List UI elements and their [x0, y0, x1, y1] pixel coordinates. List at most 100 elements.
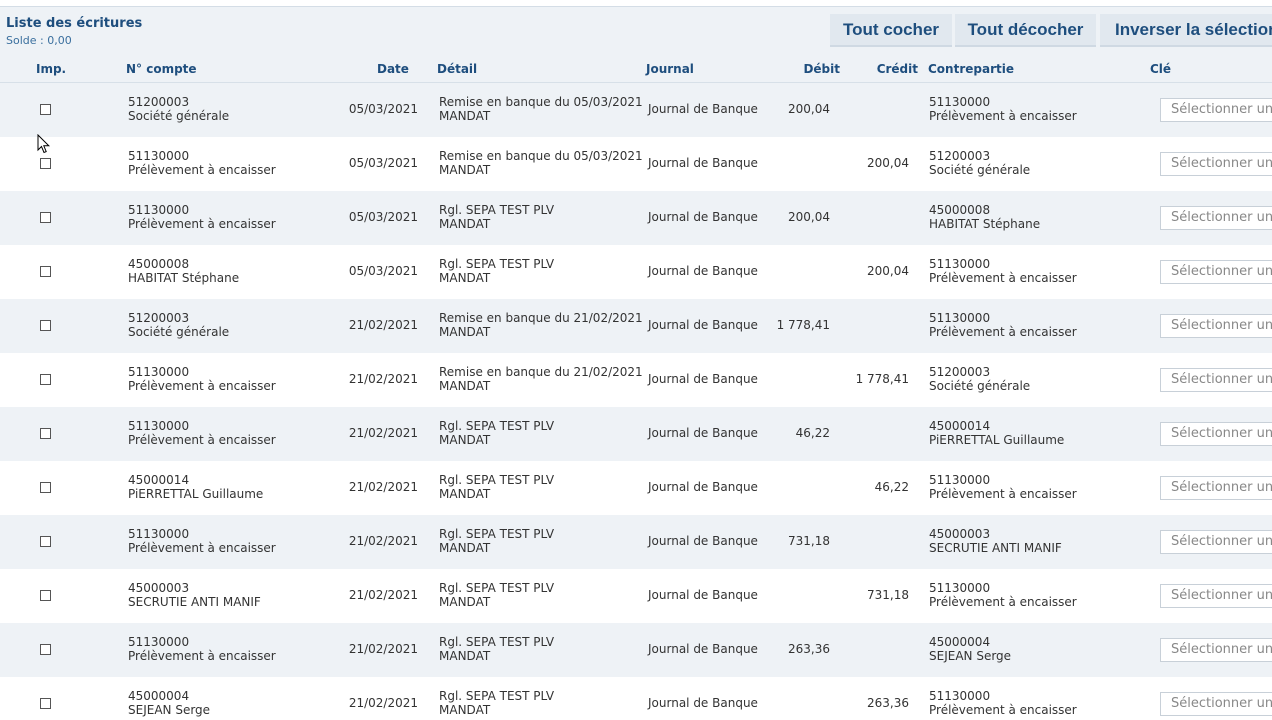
key-select[interactable]: Sélectionner une clé — [1160, 530, 1272, 554]
column-header-date[interactable]: Date — [377, 62, 409, 76]
counterpart-number: 51130000 — [929, 581, 991, 595]
table-row[interactable]: 45000003 SECRUTIE ANTI MANIF 21/02/2021 Rgl… — [0, 569, 1272, 623]
credit-cell: 263,36 — [867, 696, 909, 710]
detail-mandate: MANDAT — [439, 325, 491, 339]
table-row[interactable]: 51200003 Société générale 21/02/2021 Remise… — [0, 299, 1272, 353]
date-cell: 21/02/2021 — [348, 534, 418, 548]
debit-cell: 46,22 — [795, 426, 830, 440]
account-number: 51130000 — [128, 365, 190, 379]
counterpart-number: 51130000 — [929, 95, 991, 109]
counterpart-name: PiERRETTAL Guillaume — [929, 433, 1065, 447]
table-row[interactable]: 45000014 PiERRETTAL Guillaume 21/02/2021 Rg… — [0, 461, 1272, 515]
key-select[interactable]: Sélectionner une clé — [1160, 638, 1272, 662]
row-checkbox[interactable] — [40, 482, 51, 493]
table-row[interactable]: 45000008 HABITAT Stéphane 05/03/2021 Rgl. S… — [0, 245, 1272, 299]
column-header-imp[interactable]: Imp. — [36, 62, 66, 76]
key-select[interactable]: Sélectionner une clé — [1160, 260, 1272, 284]
table-row[interactable]: 51130000 Prélèvement à encaisser 21/02/202… — [0, 353, 1272, 407]
account-name: PiERRETTAL Guillaume — [128, 487, 264, 501]
detail-label: Remise en banque du 21/02/2021 — [439, 365, 643, 379]
counterpart-name: Prélèvement à encaisser — [929, 325, 1077, 339]
key-select[interactable]: Sélectionner une clé — [1160, 152, 1272, 176]
account-number: 51130000 — [128, 203, 190, 217]
account-name: Prélèvement à encaisser — [128, 433, 276, 447]
invert-selection-button[interactable]: Inverser la sélection — [1100, 14, 1272, 47]
row-checkbox[interactable] — [40, 590, 51, 601]
counterpart-number: 45000004 — [929, 635, 991, 649]
key-select[interactable]: Sélectionner une clé — [1160, 98, 1272, 122]
column-header-debit[interactable]: Débit — [780, 62, 840, 76]
counterpart-number: 51130000 — [929, 689, 991, 703]
account-name: Prélèvement à encaisser — [128, 379, 276, 393]
table-row[interactable]: 51130000 Prélèvement à encaisser 21/02/202… — [0, 623, 1272, 677]
detail-mandate: MANDAT — [439, 163, 491, 177]
account-name: Prélèvement à encaisser — [128, 541, 276, 555]
account-cell: 51200003 Société générale — [128, 95, 229, 123]
journal-cell: Journal de Banque — [648, 696, 758, 710]
counterpart-cell: 51200003 Société générale — [929, 149, 1030, 177]
key-select[interactable]: Sélectionner une clé — [1160, 476, 1272, 500]
column-header-account[interactable]: N° compte — [126, 62, 197, 76]
counterpart-name: Prélèvement à encaisser — [929, 109, 1077, 123]
row-checkbox[interactable] — [40, 266, 51, 277]
column-header-detail[interactable]: Détail — [437, 62, 477, 76]
table-row[interactable]: 51130000 Prélèvement à encaisser 05/03/202… — [0, 137, 1272, 191]
account-cell: 45000008 HABITAT Stéphane — [128, 257, 239, 285]
counterpart-number: 51200003 — [929, 149, 991, 163]
column-header-key[interactable]: Clé — [1150, 62, 1171, 76]
key-select[interactable]: Sélectionner une clé — [1160, 368, 1272, 392]
journal-cell: Journal de Banque — [648, 372, 758, 386]
row-checkbox[interactable] — [40, 536, 51, 547]
column-header-credit[interactable]: Crédit — [860, 62, 918, 76]
detail-label: Rgl. SEPA TEST PLV — [439, 527, 555, 541]
table-row[interactable]: 51200003 Société générale 05/03/2021 Remise… — [0, 83, 1272, 137]
row-checkbox[interactable] — [40, 644, 51, 655]
table-row[interactable]: 51130000 Prélèvement à encaisser 05/03/202… — [0, 191, 1272, 245]
row-checkbox[interactable] — [40, 698, 51, 709]
detail-cell: Rgl. SEPA TEST PLV MANDAT — [439, 419, 554, 447]
row-checkbox[interactable] — [40, 212, 51, 223]
detail-mandate: MANDAT — [439, 379, 491, 393]
key-select[interactable]: Sélectionner une clé — [1160, 584, 1272, 608]
row-checkbox[interactable] — [40, 158, 51, 169]
detail-label: Rgl. SEPA TEST PLV — [439, 203, 555, 217]
detail-mandate: MANDAT — [439, 271, 491, 285]
detail-cell: Rgl. SEPA TEST PLV MANDAT — [439, 581, 554, 609]
key-select[interactable]: Sélectionner une clé — [1160, 314, 1272, 338]
counterpart-number: 51130000 — [929, 473, 991, 487]
row-checkbox[interactable] — [40, 104, 51, 115]
key-select[interactable]: Sélectionner une clé — [1160, 206, 1272, 230]
column-header-journal[interactable]: Journal — [646, 62, 694, 76]
debit-cell: 1 778,41 — [776, 318, 830, 332]
date-cell: 21/02/2021 — [348, 696, 418, 710]
key-select[interactable]: Sélectionner une clé — [1160, 692, 1272, 716]
account-name: Prélèvement à encaisser — [128, 649, 276, 663]
detail-cell: Rgl. SEPA TEST PLV MANDAT — [439, 473, 554, 501]
journal-cell: Journal de Banque — [648, 264, 758, 278]
row-checkbox[interactable] — [40, 374, 51, 385]
credit-cell: 1 778,41 — [855, 372, 909, 386]
detail-label: Remise en banque du 05/03/2021 — [439, 95, 643, 109]
uncheck-all-button[interactable]: Tout décocher — [955, 14, 1096, 47]
detail-cell: Rgl. SEPA TEST PLV MANDAT — [439, 527, 554, 555]
counterpart-cell: 45000003 SECRUTIE ANTI MANIF — [929, 527, 1062, 555]
table-row[interactable]: 45000004 SEJEAN Serge 21/02/2021 Rgl. SEPA … — [0, 677, 1272, 720]
counterpart-number: 51130000 — [929, 311, 991, 325]
row-checkbox[interactable] — [40, 320, 51, 331]
debit-cell: 731,18 — [788, 534, 830, 548]
detail-label: Remise en banque du 21/02/2021 — [439, 311, 643, 325]
table-row[interactable]: 51130000 Prélèvement à encaisser 21/02/202… — [0, 515, 1272, 569]
entries-table-body: 51200003 Société générale 05/03/2021 Remise… — [0, 83, 1272, 720]
account-cell: 51130000 Prélèvement à encaisser — [128, 635, 276, 663]
detail-cell: Remise en banque du 21/02/2021 MANDAT — [439, 365, 643, 393]
row-checkbox[interactable] — [40, 428, 51, 439]
account-cell: 51130000 Prélèvement à encaisser — [128, 527, 276, 555]
counterpart-name: Société générale — [929, 379, 1031, 393]
column-header-counterpart[interactable]: Contrepartie — [928, 62, 1014, 76]
table-row[interactable]: 51130000 Prélèvement à encaisser 21/02/202… — [0, 407, 1272, 461]
date-cell: 21/02/2021 — [348, 318, 418, 332]
account-name: SECRUTIE ANTI MANIF — [128, 595, 261, 609]
key-select[interactable]: Sélectionner une clé — [1160, 422, 1272, 446]
counterpart-number: 51130000 — [929, 257, 991, 271]
check-all-button[interactable]: Tout cocher — [830, 14, 952, 47]
